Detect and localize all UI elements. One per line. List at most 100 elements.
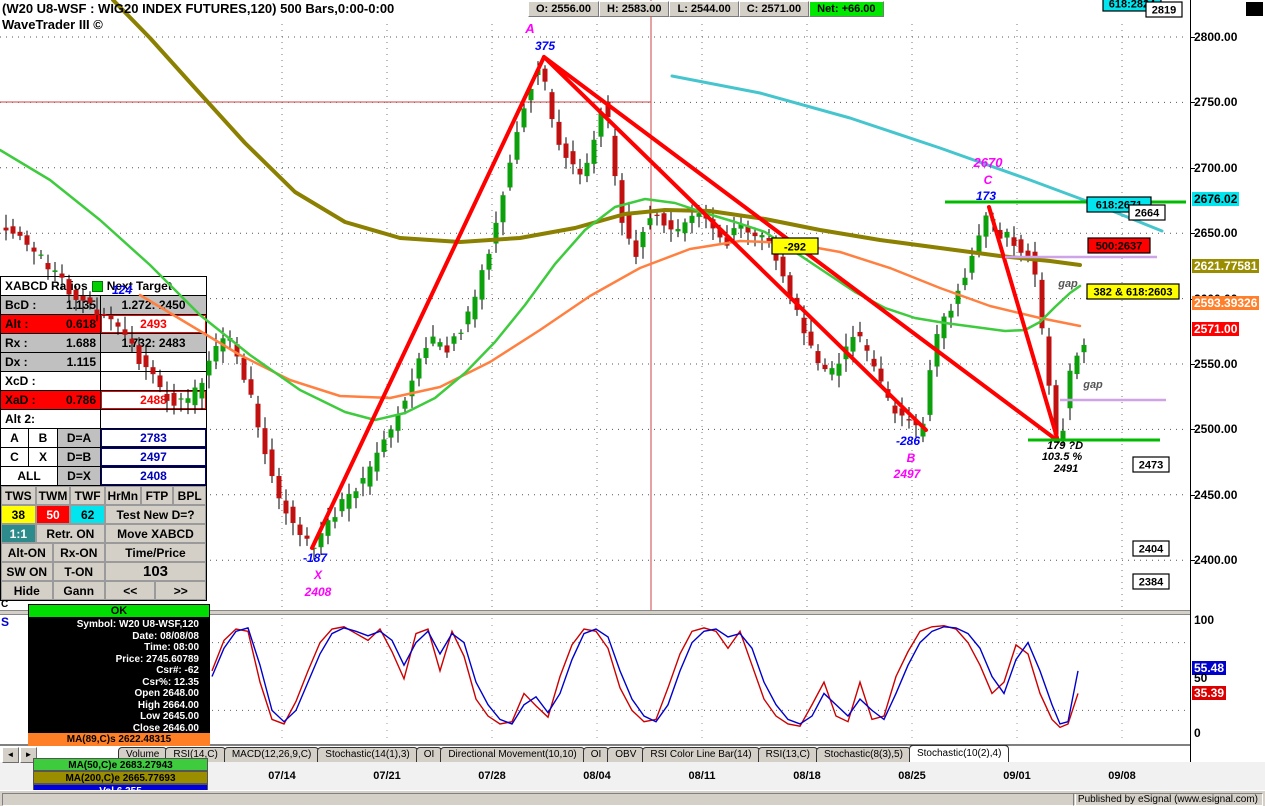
- stoch-axis-label: 0: [1194, 726, 1201, 740]
- candle-body: [465, 311, 471, 325]
- tab-scroll-left-icon[interactable]: ◄: [2, 747, 19, 763]
- tab-directional-movement-10-10-[interactable]: Directional Movement(10,10): [440, 747, 585, 762]
- price-box-text: 2819: [1152, 5, 1176, 17]
- info-line: Price: 2745.60789: [115, 653, 199, 665]
- candle-body: [325, 520, 331, 536]
- tab-stochastic-8-3-5-[interactable]: Stochastic(8(3),5): [816, 747, 911, 762]
- candle-body: [962, 277, 968, 286]
- candle-body: [808, 331, 814, 346]
- tab-scroll-arrows: ◄ ►: [2, 747, 37, 763]
- pivot-label-gap: gap: [1057, 278, 1078, 290]
- tab-rsi-13-c-[interactable]: RSI(13,C): [757, 747, 819, 762]
- candle-body: [486, 253, 492, 270]
- candle-body: [367, 466, 373, 487]
- pivot-label-A: A: [524, 21, 534, 36]
- status-left-panel: [2, 793, 1076, 806]
- candle-body: [283, 500, 289, 514]
- candle-body: [304, 535, 310, 539]
- candle-body: [101, 314, 107, 316]
- candle-body: [171, 392, 177, 406]
- axis-tick: [1191, 167, 1195, 169]
- info-line: Csr#: -62: [156, 665, 199, 676]
- pivot-label-2670: 2670: [973, 155, 1004, 170]
- candle-body: [178, 398, 184, 400]
- stoch-axis-label: 35.39: [1192, 686, 1227, 700]
- candle-body: [423, 348, 429, 358]
- candle-body: [815, 351, 821, 364]
- info-line: Low 2645.00: [140, 711, 199, 722]
- candle-body: [59, 273, 65, 278]
- date-label: 08/11: [688, 770, 716, 782]
- candle-body: [129, 338, 135, 344]
- axis-price-label: 2500.00: [1194, 422, 1238, 437]
- date-label: 07/28: [478, 770, 506, 782]
- axis-price-label: 2750.00: [1194, 95, 1238, 110]
- price-box-text: 2664: [1135, 208, 1160, 220]
- tab-stochastic-10-2-4-[interactable]: Stochastic(10(2),4): [908, 745, 1010, 762]
- candle-body: [556, 121, 562, 145]
- candle-body: [332, 517, 338, 522]
- pivot-label-X: X: [313, 568, 323, 582]
- candle-body: [780, 256, 786, 277]
- stoch-axis-label: 100: [1194, 613, 1215, 627]
- ok-button[interactable]: OK: [28, 604, 210, 618]
- candle-body: [157, 375, 163, 388]
- candle-body: [297, 524, 303, 535]
- pivot-label-1035: 103.5 %: [1042, 451, 1083, 463]
- candle-body: [941, 316, 947, 339]
- candle-body: [759, 235, 765, 238]
- candle-body: [192, 387, 198, 406]
- candle-body: [542, 68, 548, 82]
- price-box-text: 2404: [1139, 544, 1164, 556]
- candle-body: [668, 220, 674, 230]
- candle-body: [402, 400, 408, 409]
- axis-tick: [1191, 102, 1195, 104]
- xabcd-trend-line: [542, 55, 928, 432]
- tab-stochastic-14-1-3-[interactable]: Stochastic(14(1),3): [317, 747, 418, 762]
- tab-rsi-color-line-bar-14-[interactable]: RSI Color Line Bar(14): [642, 747, 760, 762]
- candle-body: [17, 231, 23, 236]
- candle-body: [24, 235, 30, 245]
- stoch-line-red: [211, 624, 1079, 729]
- candle-body: [45, 263, 51, 270]
- candle-body: [122, 329, 128, 335]
- candle-body: [374, 452, 380, 472]
- axis-tick: [1191, 233, 1195, 235]
- axis-value-flag: 2571.00: [1192, 321, 1240, 336]
- tab-macd-12-26-9-c-[interactable]: MACD(12,26,9,C): [223, 747, 320, 762]
- flag-label-text: 382 & 618:2603: [1094, 287, 1173, 299]
- candle-body: [948, 310, 954, 318]
- candle-body: [255, 403, 261, 428]
- tab-obv[interactable]: OBV: [607, 747, 645, 762]
- candle-body: [290, 506, 296, 523]
- quote-net: Net: +66.00: [809, 1, 884, 17]
- candle-body: [731, 228, 737, 236]
- candle-body: [3, 227, 9, 231]
- candle-body: [836, 363, 842, 376]
- xabcd-trend-line: [310, 55, 546, 550]
- price-axis: 2800.002750.002700.002650.002600.002550.…: [1190, 0, 1265, 762]
- stoch-axis-label: 50: [1194, 671, 1208, 685]
- price-box-text: 2384: [1139, 577, 1164, 589]
- flag-label-text: 500:2637: [1096, 241, 1143, 253]
- info-line: Symbol: W20 U8-WSF,120: [76, 619, 199, 630]
- candle-body: [591, 139, 597, 164]
- tab-oi[interactable]: OI: [582, 747, 610, 762]
- candle-body: [500, 195, 506, 223]
- candle-body: [983, 215, 989, 237]
- date-label: 09/08: [1108, 770, 1136, 782]
- candle-body: [1011, 237, 1017, 246]
- candle-body: [199, 382, 205, 399]
- axis-tick: [1191, 429, 1195, 431]
- candle-body: [696, 213, 702, 217]
- quote-high: H: 2583.00: [599, 1, 670, 17]
- candle-body: [10, 226, 16, 234]
- tab-oi[interactable]: OI: [415, 747, 443, 762]
- candle-body: [437, 342, 443, 347]
- pivot-label-187: -187: [303, 551, 328, 565]
- stoch-line-blue: [211, 626, 1079, 725]
- candle-body: [248, 379, 254, 395]
- candle-body: [276, 475, 282, 499]
- candle-body: [1081, 344, 1087, 353]
- pivot-label-173: 173: [976, 189, 996, 203]
